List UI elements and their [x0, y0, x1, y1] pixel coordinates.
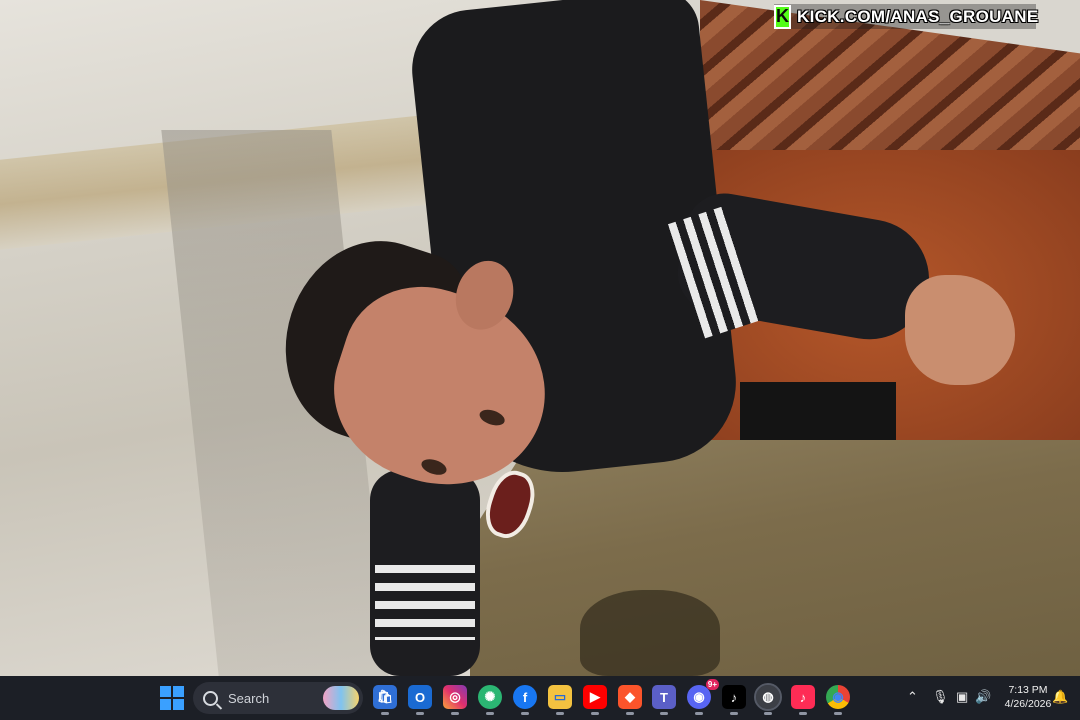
chatgpt-icon[interactable]: ✺ [478, 685, 502, 715]
outlook-icon[interactable]: O [408, 685, 432, 715]
obs-icon[interactable]: ◍ [754, 683, 782, 715]
facebook-icon[interactable]: f [513, 685, 537, 715]
search-box[interactable]: Search [193, 682, 363, 714]
teams-icon[interactable]: T [652, 685, 676, 715]
taskbar: Search 🛍 O ◎ ✺ f ▭ ▶ ◆ T ◉ 9+ ♪ ◍ ♪ ◉ ⌃ … [0, 676, 1080, 720]
brave-icon[interactable]: ◆ [618, 685, 642, 715]
instagram-icon[interactable]: ◎ [443, 685, 467, 715]
clock-time: 7:13 PM [1008, 684, 1048, 696]
chevron-up-icon[interactable]: ⌃ [907, 688, 918, 706]
search-placeholder: Search [228, 690, 270, 706]
kick-logo-icon: K [774, 4, 791, 29]
youtube-icon[interactable]: ▶ [583, 685, 607, 715]
discord-badge: 9+ [705, 679, 719, 690]
microsoft-store-icon[interactable]: 🛍 [373, 685, 397, 715]
person [260, 0, 1015, 676]
screen-photo: K KICK.COM/ANAS_GROUANE [0, 0, 1080, 676]
bell-icon[interactable]: 🔔 [1052, 688, 1068, 706]
tiktok-icon[interactable]: ♪ [722, 685, 746, 715]
file-explorer-icon[interactable]: ▭ [548, 685, 572, 715]
speaker-icon[interactable]: 🔊 [975, 688, 991, 706]
mouth [478, 465, 542, 544]
kick-logo-letter: K [776, 6, 789, 26]
sleeve-stripe [375, 565, 475, 640]
eye [419, 456, 449, 478]
watermark-text: KICK.COM/ANAS_GROUANE [797, 6, 1039, 26]
chrome-icon[interactable]: ◉ [826, 685, 850, 715]
microphone-icon[interactable]: 🎙 [932, 688, 949, 706]
clock-date: 4/26/2026 [1004, 698, 1052, 710]
discord-icon[interactable]: ◉ 9+ [687, 679, 719, 715]
search-highlight-icon [323, 686, 359, 710]
system-clock[interactable]: 7:13 PM 4/26/2026 [998, 683, 1058, 711]
search-icon [203, 690, 218, 706]
network-icon[interactable]: ▣ [956, 688, 968, 706]
tiktok-live-icon[interactable]: ♪ [791, 685, 815, 715]
eye [477, 406, 507, 429]
windows-start-icon[interactable] [160, 686, 184, 710]
kick-watermark: K KICK.COM/ANAS_GROUANE [774, 4, 1039, 29]
